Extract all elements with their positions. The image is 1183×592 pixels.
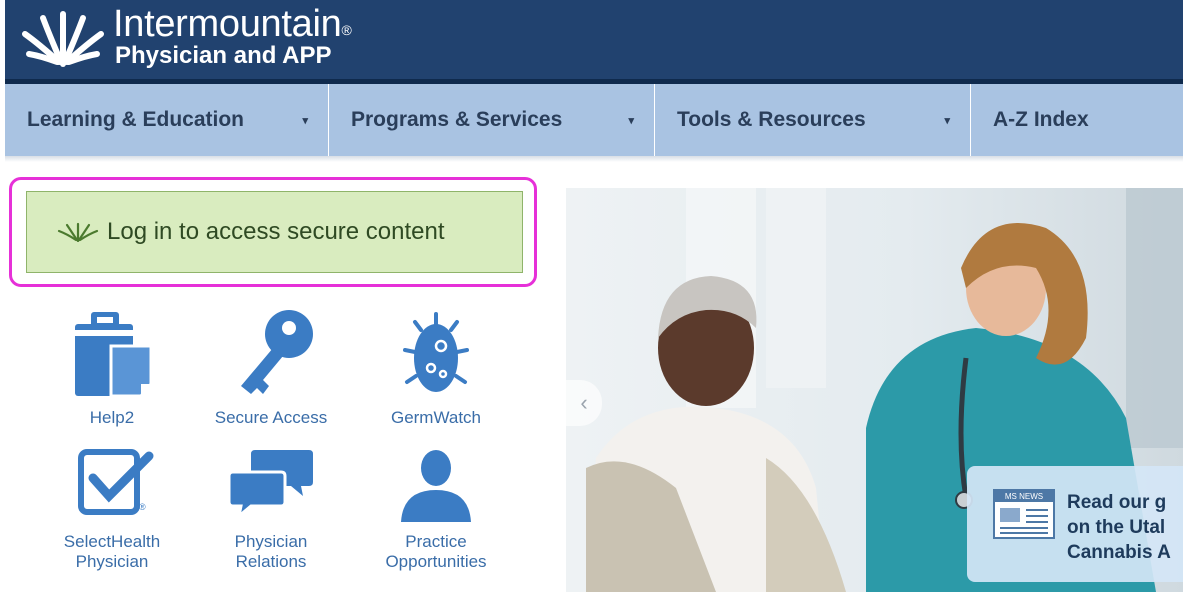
nav-a-z-index[interactable]: A-Z Index xyxy=(971,84,1183,156)
news-headline: Read our g on the Utal Cannabis A xyxy=(1067,492,1171,563)
tile-label: Secure Access xyxy=(214,408,328,427)
brand-name[interactable]: Intermountain® xyxy=(113,2,352,46)
chevron-down-icon: ▾ xyxy=(944,114,950,127)
tile-selecthealth-physician[interactable]: ® SelectHealth Physician xyxy=(42,446,182,572)
main-nav: Learning & Education ▾ Programs & Servic… xyxy=(5,84,1183,156)
site-header: Intermountain® Physician and APP xyxy=(5,0,1183,79)
tile-label: Practice Opportunities xyxy=(385,532,487,571)
tile-germwatch[interactable]: GermWatch xyxy=(366,306,506,428)
key-icon xyxy=(241,310,313,394)
clipboard-icon xyxy=(75,312,153,398)
nav-tools-resources[interactable]: Tools & Resources ▾ xyxy=(655,84,971,156)
tile-label: GermWatch xyxy=(390,408,482,427)
tile-label: Physician Relations xyxy=(234,532,308,571)
germ-icon xyxy=(403,312,469,392)
nav-learning-education[interactable]: Learning & Education ▾ xyxy=(5,84,329,156)
svg-text:MS NEWS: MS NEWS xyxy=(1005,492,1043,501)
svg-text:®: ® xyxy=(139,502,146,512)
login-button[interactable]: Log in to access secure content xyxy=(26,191,523,273)
login-label: Log in to access secure content xyxy=(107,218,445,245)
tile-secure-access[interactable]: Secure Access xyxy=(201,306,341,428)
logo-icon[interactable] xyxy=(19,4,107,70)
brand-subtitle: Physician and APP xyxy=(115,42,332,69)
tile-practice-opportunities[interactable]: Practice Opportunities xyxy=(366,446,506,572)
tile-help2[interactable]: Help2 xyxy=(42,306,182,428)
nav-shadow xyxy=(5,156,1183,162)
logo-mini-icon xyxy=(57,222,99,242)
chat-bubbles-icon xyxy=(227,450,313,520)
newspaper-icon: MS NEWS xyxy=(993,489,1055,539)
person-icon xyxy=(401,450,471,522)
tile-physician-relations[interactable]: Physician Relations xyxy=(201,446,341,572)
chevron-down-icon: ▾ xyxy=(628,114,634,127)
tile-label: Help2 xyxy=(89,408,135,427)
nav-programs-services[interactable]: Programs & Services ▾ xyxy=(329,84,655,156)
news-callout[interactable]: MS NEWS Read our g on the Utal Cannabis … xyxy=(967,466,1183,582)
checkmark-shield-icon: ® xyxy=(78,449,154,515)
tile-label: SelectHealth Physician xyxy=(63,532,161,571)
chevron-down-icon: ▾ xyxy=(302,114,308,127)
